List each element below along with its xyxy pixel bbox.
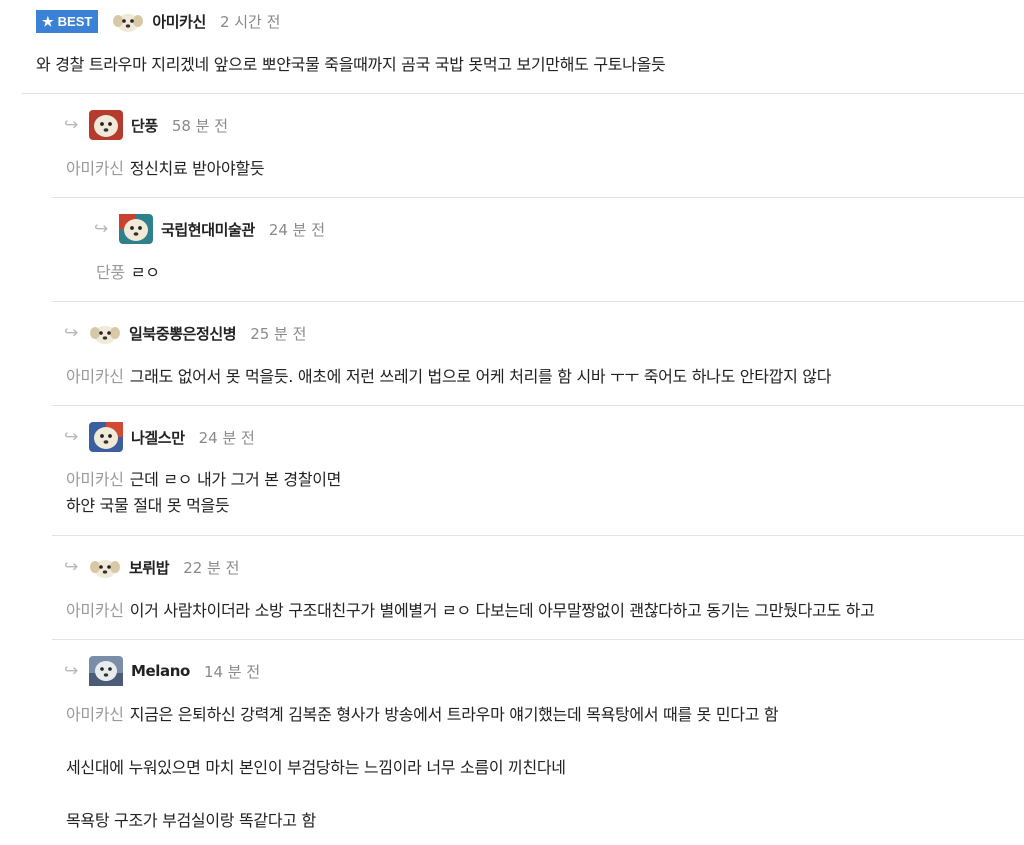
star-icon: ★ (42, 13, 54, 29)
avatar[interactable] (87, 655, 125, 687)
comment-author[interactable]: 나겔스만 (131, 427, 185, 448)
comment-author[interactable]: 단풍 (131, 115, 158, 136)
avatar[interactable] (117, 213, 155, 245)
reply-mention[interactable]: 아미카신 (66, 705, 124, 724)
best-badge-label: BEST (57, 13, 93, 29)
avatar[interactable] (87, 320, 123, 346)
reply-mention[interactable]: 단풍 (96, 263, 125, 282)
comment-author[interactable]: Melano (131, 662, 190, 680)
comment-body: 아미카신 이거 사람차이더라 소방 구조대친구가 별에별거 ㄹㅇ 다보는데 아무말… (66, 600, 875, 622)
reply-arrow-icon: ↪ (94, 219, 109, 239)
comment-time: 58 분 전 (171, 116, 229, 135)
reply-arrow-icon: ↪ (64, 427, 79, 447)
comment-time: 25 분 전 (250, 324, 307, 343)
comment-body: 아미카신 그래도 없어서 못 먹을듯. 애초에 저런 쓰레기 법으로 어케 처리를… (66, 366, 831, 388)
comment-divider (52, 197, 1024, 198)
comment-text: 이거 사람차이더라 소방 구조대친구가 별에별거 ㄹㅇ 다보는데 아무말짱없이 … (129, 601, 875, 620)
comment-text: ㄹㅇ (130, 263, 160, 282)
comment-text: 하얀 국물 절대 못 먹을듯 (66, 496, 230, 515)
reply-mention[interactable]: 아미카신 (66, 601, 124, 620)
comment-author[interactable]: 일북중뽕은정신병 (129, 323, 237, 344)
reply-arrow-icon: ↪ (64, 557, 79, 577)
avatar[interactable] (87, 554, 123, 580)
comment-text: 근데 ㄹㅇ 내가 그거 본 경찰이면 (129, 470, 342, 489)
comment-divider (52, 301, 1024, 302)
comment-text: 지금은 은퇴하신 강력계 김복준 형사가 방송에서 트라우마 얘기했는데 목욕탕… (129, 705, 779, 724)
comment-text: 세신대에 누워있으면 마치 본인이 부검당하는 느낌이라 너무 소름이 끼친다네 (66, 758, 566, 777)
avatar[interactable] (87, 109, 125, 141)
comment-author[interactable]: 국립현대미술관 (161, 219, 255, 240)
comment-body: 아미카신 근데 ㄹㅇ 내가 그거 본 경찰이면 하얀 국물 절대 못 먹을듯 (66, 469, 341, 517)
comment-body: 아미카신 지금은 은퇴하신 강력계 김복준 형사가 방송에서 트라우마 얘기했는데… (66, 704, 779, 832)
comment-author[interactable]: 아미카신 (152, 11, 206, 32)
comment-body: 와 경찰 트라우마 지리겠네 앞으로 뽀얀국물 죽을때까지 곰국 국밥 못먹고 … (36, 54, 666, 76)
comment-text: 정신치료 받아야할듯 (129, 159, 265, 178)
comment-divider (52, 405, 1024, 406)
comment-divider (22, 93, 1024, 94)
comment-time: 24 분 전 (198, 428, 255, 447)
comment-divider (52, 639, 1024, 640)
reply-mention[interactable]: 아미카신 (66, 159, 124, 178)
comment-text: 와 경찰 트라우마 지리겠네 앞으로 뽀얀국물 죽을때까지 곰국 국밥 못먹고 … (36, 55, 666, 74)
best-badge: ★ BEST (36, 9, 99, 33)
reply-mention[interactable]: 아미카신 (66, 367, 124, 386)
comment-author[interactable]: 보뤼밥 (129, 557, 170, 578)
reply-mention[interactable]: 아미카신 (66, 470, 124, 489)
reply-arrow-icon: ↪ (64, 115, 79, 135)
avatar[interactable] (110, 8, 146, 34)
comment-time: 22 분 전 (183, 558, 240, 577)
comment-body: 단풍 ㄹㅇ (96, 262, 160, 284)
comment-text: 목욕탕 구조가 부검실이랑 똑같다고 함 (66, 811, 316, 830)
comment-time: 24 분 전 (268, 220, 326, 239)
comment-text: 그래도 없어서 못 먹을듯. 애초에 저런 쓰레기 법으로 어케 처리를 함 시… (129, 367, 832, 386)
comment-time: 2 시간 전 (219, 12, 281, 31)
avatar[interactable] (87, 421, 125, 453)
reply-arrow-icon: ↪ (64, 323, 79, 343)
comment-time: 14 분 전 (203, 662, 261, 681)
comment-body: 아미카신 정신치료 받아야할듯 (66, 158, 265, 180)
reply-arrow-icon: ↪ (64, 661, 79, 681)
comment-divider (52, 535, 1024, 536)
